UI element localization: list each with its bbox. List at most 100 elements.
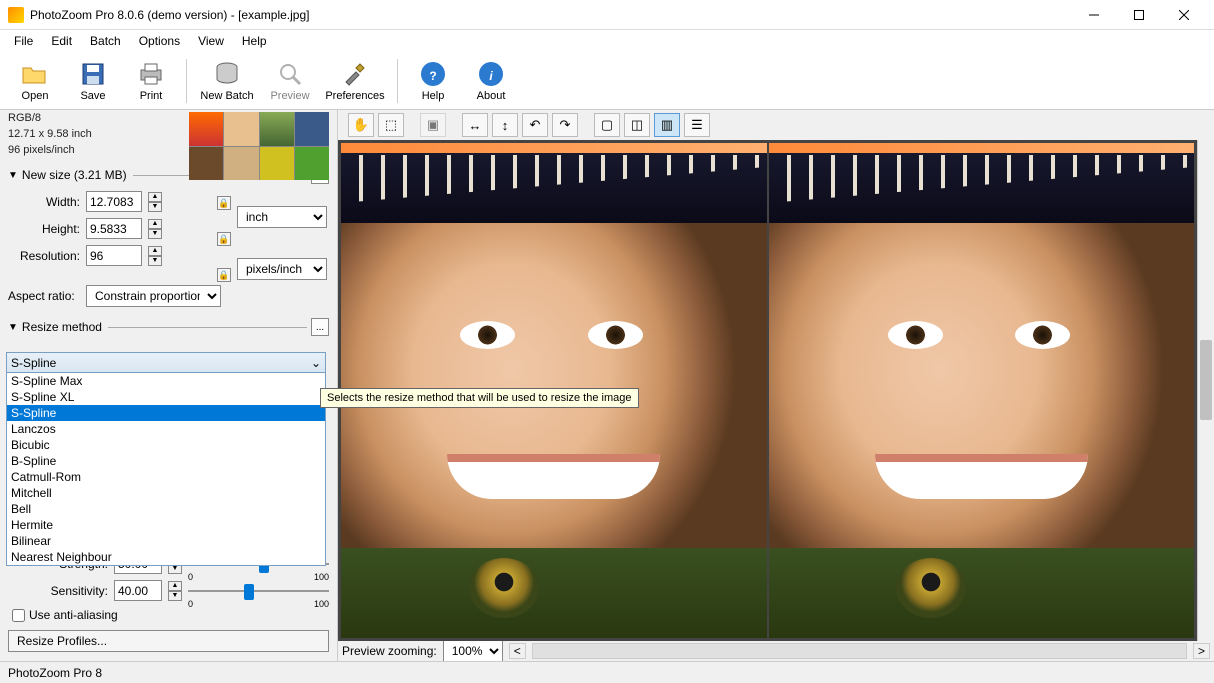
height-spinner[interactable]: ▲▼ (148, 219, 162, 239)
pan-tool-button[interactable]: ✋ (348, 113, 374, 137)
layout-sidebyside-button[interactable]: ▥ (654, 113, 680, 137)
dimension-unit-select[interactable]: inch (237, 206, 327, 228)
menu-edit[interactable]: Edit (43, 32, 80, 50)
menu-bar: File Edit Batch Options View Help (0, 30, 1214, 52)
resize-method-options-button[interactable]: ... (311, 318, 329, 336)
preview-right (769, 143, 1195, 638)
chevron-down-icon: ⌄ (311, 356, 321, 370)
resize-option[interactable]: Mitchell (7, 485, 325, 501)
height-input[interactable] (86, 218, 142, 239)
aspect-ratio-label: Aspect ratio: (8, 289, 80, 303)
resize-option[interactable]: Bilinear (7, 533, 325, 549)
minimize-button[interactable] (1071, 1, 1116, 29)
vertical-scrollbar[interactable] (1197, 140, 1214, 641)
preview-panel: ✋ ⬚ ▣ ↔ ↕ ↶ ↷ ▢ ◫ ▥ ☰ (338, 110, 1214, 661)
title-bar: PhotoZoom Pro 8.0.6 (demo version) - [ex… (0, 0, 1214, 30)
layout-single-button[interactable]: ▢ (594, 113, 620, 137)
about-button[interactable]: i About (464, 56, 518, 106)
info-icon: i (477, 60, 505, 88)
print-button[interactable]: Print (124, 56, 178, 106)
width-label: Width: (8, 195, 80, 209)
resize-option[interactable]: B-Spline (7, 453, 325, 469)
floppy-icon (79, 60, 107, 88)
resize-option[interactable]: Lanczos (7, 421, 325, 437)
view-toolbar: ✋ ⬚ ▣ ↔ ↕ ↶ ↷ ▢ ◫ ▥ ☰ (338, 110, 1214, 140)
antialias-checkbox[interactable] (12, 609, 25, 622)
resize-option[interactable]: Catmull-Rom (7, 469, 325, 485)
help-icon: ? (419, 60, 447, 88)
crop-tool-button[interactable]: ▣ (420, 113, 446, 137)
resize-option[interactable]: Bell (7, 501, 325, 517)
sensitivity-input[interactable] (114, 580, 162, 601)
preview-zoom-select[interactable]: 100% (443, 640, 503, 661)
menu-help[interactable]: Help (234, 32, 275, 50)
resolution-spinner[interactable]: ▲▼ (148, 246, 162, 266)
layout-split-button[interactable]: ◫ (624, 113, 650, 137)
resolution-lock-button[interactable]: 🔒 (217, 268, 231, 282)
flip-h-button[interactable]: ↔ (462, 113, 488, 137)
collapse-arrow-icon: ▼ (8, 322, 18, 333)
resize-method-selected[interactable]: S-Spline ⌄ (7, 353, 325, 373)
scroll-right-button[interactable]: > (1193, 643, 1210, 659)
resize-option[interactable]: Hermite (7, 517, 325, 533)
status-text: PhotoZoom Pro 8 (8, 666, 102, 680)
database-icon (213, 60, 241, 88)
new-batch-button[interactable]: New Batch (195, 56, 259, 106)
menu-view[interactable]: View (190, 32, 232, 50)
resize-option[interactable]: S-Spline XL (7, 389, 325, 405)
rotate-ccw-button[interactable]: ↶ (522, 113, 548, 137)
sensitivity-slider[interactable]: 0 100 (188, 581, 329, 601)
rotate-cw-button[interactable]: ↷ (552, 113, 578, 137)
resolution-input[interactable] (86, 245, 142, 266)
folder-open-icon (21, 60, 49, 88)
horizontal-scrollbar[interactable] (532, 643, 1187, 659)
resize-option[interactable]: Nearest Neighbour (7, 549, 325, 565)
collapse-arrow-icon: ▼ (8, 170, 18, 181)
svg-text:?: ? (429, 69, 436, 83)
height-label: Height: (8, 222, 80, 236)
open-button[interactable]: Open (8, 56, 62, 106)
marquee-tool-button[interactable]: ⬚ (378, 113, 404, 137)
height-lock-button[interactable]: 🔒 (217, 232, 231, 246)
preview-zoom-label: Preview zooming: (342, 644, 437, 658)
resolution-label: Resolution: (8, 249, 80, 263)
resize-option[interactable]: Bicubic (7, 437, 325, 453)
toolbar-sep (397, 59, 398, 103)
resize-method-dropdown[interactable]: S-Spline ⌄ S-Spline MaxS-Spline XLS-Spli… (6, 352, 326, 566)
window-title: PhotoZoom Pro 8.0.6 (demo version) - [ex… (30, 8, 1071, 22)
antialias-label: Use anti-aliasing (29, 608, 118, 622)
printer-icon (137, 60, 165, 88)
preview-button[interactable]: Preview (263, 56, 317, 106)
resize-method-tooltip: Selects the resize method that will be u… (320, 388, 639, 408)
resolution-unit-select[interactable]: pixels/inch (237, 258, 327, 280)
settings-panel: RGB/8 12.71 x 9.58 inch 96 pixels/inch ▼… (0, 110, 338, 661)
magnifier-icon (276, 60, 304, 88)
preferences-button[interactable]: Preferences (321, 56, 389, 106)
close-button[interactable] (1161, 1, 1206, 29)
aspect-ratio-select[interactable]: Constrain proportions (86, 285, 221, 307)
layout-stacked-button[interactable]: ☰ (684, 113, 710, 137)
resize-profiles-button[interactable]: Resize Profiles... (8, 630, 329, 652)
menu-batch[interactable]: Batch (82, 32, 129, 50)
sensitivity-label: Sensitivity: (8, 584, 108, 598)
flip-v-button[interactable]: ↕ (492, 113, 518, 137)
menu-file[interactable]: File (6, 32, 41, 50)
tools-icon (341, 60, 369, 88)
toolbar-sep (186, 59, 187, 103)
main-toolbar: Open Save Print New Batch Preview Prefer… (0, 52, 1214, 110)
menu-options[interactable]: Options (131, 32, 188, 50)
width-lock-button[interactable]: 🔒 (217, 196, 231, 210)
width-input[interactable] (86, 191, 142, 212)
status-bar: PhotoZoom Pro 8 (0, 661, 1214, 683)
resize-option[interactable]: S-Spline (7, 405, 325, 421)
width-spinner[interactable]: ▲▼ (148, 192, 162, 212)
thumbnail-grid[interactable] (189, 112, 329, 180)
resize-option[interactable]: S-Spline Max (7, 373, 325, 389)
scroll-left-button[interactable]: < (509, 643, 526, 659)
sensitivity-spinner[interactable]: ▲▼ (168, 581, 182, 601)
app-logo-icon (8, 7, 24, 23)
resize-method-header[interactable]: ▼ Resize method ... (0, 310, 337, 340)
save-button[interactable]: Save (66, 56, 120, 106)
help-button[interactable]: ? Help (406, 56, 460, 106)
maximize-button[interactable] (1116, 1, 1161, 29)
